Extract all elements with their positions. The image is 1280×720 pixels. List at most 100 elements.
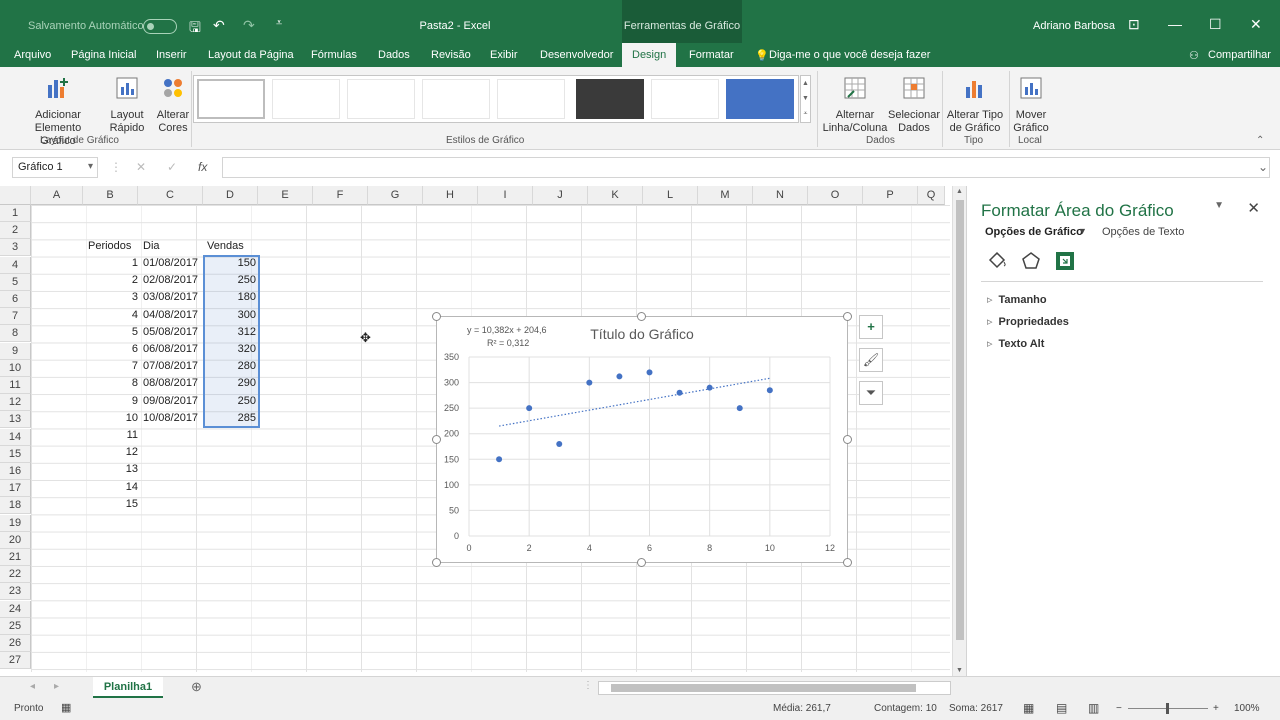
row-header[interactable]: 25 xyxy=(0,617,31,635)
cell-periodo[interactable]: 7 xyxy=(86,358,140,375)
insert-function-icon[interactable]: fx xyxy=(198,160,207,174)
cell-dia[interactable] xyxy=(141,496,203,513)
tab-design[interactable]: Design xyxy=(622,43,677,67)
cell-periodo[interactable]: 10 xyxy=(86,410,140,427)
undo-icon[interactable]: ↶ xyxy=(213,17,225,34)
trendline-equation[interactable]: y = 10,382x + 204,6 xyxy=(467,325,547,335)
cell-periodo[interactable]: 15 xyxy=(86,496,140,513)
close-icon[interactable]: ✕ xyxy=(1250,16,1262,33)
chart-style-8[interactable] xyxy=(726,79,794,119)
row-header[interactable]: 26 xyxy=(0,635,31,652)
chart-style-7[interactable] xyxy=(651,79,719,119)
resize-handle-tl[interactable] xyxy=(432,312,441,321)
resize-handle-bl[interactable] xyxy=(432,558,441,567)
tab-revisao[interactable]: Revisão xyxy=(431,49,471,61)
row-header[interactable]: 18 xyxy=(0,497,31,515)
quick-layout-button[interactable]: Layout Rápido xyxy=(106,75,148,135)
row-header[interactable]: 6 xyxy=(0,291,31,308)
cell-dia[interactable] xyxy=(141,444,203,461)
row-header[interactable]: 12 xyxy=(0,394,31,412)
row-header[interactable]: 5 xyxy=(0,273,31,291)
size-properties-icon[interactable] xyxy=(1054,250,1076,272)
row-header[interactable]: 11 xyxy=(0,377,31,394)
chart-style-6[interactable] xyxy=(576,79,644,119)
ribbon-display-icon[interactable]: ⊡ xyxy=(1128,16,1140,33)
cell-dia[interactable] xyxy=(141,427,203,444)
cell-periodo[interactable]: 2 xyxy=(86,272,140,289)
column-header[interactable]: J xyxy=(533,186,588,205)
sheet-tab-planilha1[interactable]: Planilha1 xyxy=(93,677,163,699)
cell-dia[interactable]: 06/08/2017 xyxy=(141,341,203,358)
row-header[interactable]: 4 xyxy=(0,256,31,274)
vertical-scroll-thumb[interactable] xyxy=(956,200,964,640)
select-all-corner[interactable] xyxy=(0,186,31,205)
row-header[interactable]: 22 xyxy=(0,566,31,584)
gallery-scroll[interactable]: ▲ ▼ ⩡ xyxy=(800,75,811,123)
horizontal-scrollbar[interactable] xyxy=(598,681,951,695)
cell-dia[interactable]: 04/08/2017 xyxy=(141,307,203,324)
cell-dia[interactable]: 09/08/2017 xyxy=(141,393,203,410)
row-header[interactable]: 27 xyxy=(0,652,31,670)
trendline[interactable] xyxy=(498,377,770,427)
column-header[interactable]: F xyxy=(313,186,368,205)
cell-periodo[interactable]: 14 xyxy=(86,479,140,496)
row-header[interactable]: 10 xyxy=(0,359,31,377)
chart-options-dropdown-icon[interactable]: ▼ xyxy=(1078,226,1087,236)
cell-vendas[interactable] xyxy=(205,496,258,513)
collapse-ribbon-icon[interactable]: ⌃ xyxy=(1256,135,1264,146)
chart-style-3[interactable] xyxy=(347,79,415,119)
column-header[interactable]: Q xyxy=(918,186,945,205)
cell-periodo[interactable]: 3 xyxy=(86,289,140,306)
redo-icon[interactable]: ↷ xyxy=(243,17,255,34)
resize-handle-tr[interactable] xyxy=(843,312,852,321)
expand-formula-icon[interactable]: ⌄ xyxy=(1258,160,1268,174)
row-header[interactable]: 15 xyxy=(0,445,31,463)
customize-qat-icon[interactable]: ⩡ xyxy=(276,17,282,30)
chart-style-2[interactable] xyxy=(272,79,340,119)
cell-dia[interactable] xyxy=(141,479,203,496)
zoom-level[interactable]: 100% xyxy=(1234,703,1260,714)
column-header[interactable]: C xyxy=(138,186,203,205)
formula-input[interactable] xyxy=(222,157,1270,178)
row-header[interactable]: 13 xyxy=(0,411,31,429)
row-header[interactable]: 2 xyxy=(0,222,31,240)
cell-vendas[interactable] xyxy=(205,479,258,496)
cell-periodo[interactable]: 9 xyxy=(86,393,140,410)
tab-split-icon[interactable]: ⋮ xyxy=(583,680,593,691)
section-texto-alt[interactable]: Texto Alt xyxy=(987,337,1045,350)
row-header[interactable]: 24 xyxy=(0,600,31,618)
cell-dia[interactable]: 05/08/2017 xyxy=(141,324,203,341)
cell-dia[interactable]: 07/08/2017 xyxy=(141,358,203,375)
tab-inserir[interactable]: Inserir xyxy=(156,49,187,61)
save-icon[interactable]: 🖫 xyxy=(189,17,201,41)
row-header[interactable]: 1 xyxy=(0,205,31,222)
resize-handle-br[interactable] xyxy=(843,558,852,567)
cell-dia[interactable]: 08/08/2017 xyxy=(141,375,203,392)
column-header[interactable]: A xyxy=(31,186,83,205)
cell-vendas[interactable] xyxy=(205,461,258,478)
tab-dados[interactable]: Dados xyxy=(378,49,410,61)
row-header[interactable]: 19 xyxy=(0,514,31,532)
cancel-icon[interactable]: ✕ xyxy=(136,160,146,174)
effects-pentagon-icon[interactable] xyxy=(1020,250,1042,272)
row-header[interactable]: 21 xyxy=(0,549,31,566)
trendline-r2[interactable]: R² = 0,312 xyxy=(487,338,529,348)
data-point[interactable] xyxy=(616,373,623,380)
data-point[interactable] xyxy=(736,405,743,412)
row-header[interactable]: 7 xyxy=(0,308,31,326)
tab-desenvolvedor[interactable]: Desenvolvedor xyxy=(540,49,613,61)
data-point[interactable] xyxy=(496,456,503,463)
cell-vendas[interactable]: 285 xyxy=(205,410,258,427)
column-header[interactable]: L xyxy=(643,186,698,205)
column-header[interactable]: P xyxy=(863,186,918,205)
section-propriedades[interactable]: Propriedades xyxy=(987,315,1069,328)
column-header[interactable]: O xyxy=(808,186,863,205)
cell-periodo[interactable]: 1 xyxy=(86,255,140,272)
column-header[interactable]: H xyxy=(423,186,478,205)
cell-vendas[interactable]: 312 xyxy=(205,324,258,341)
data-point[interactable] xyxy=(586,379,593,386)
zoom-slider[interactable] xyxy=(1128,703,1208,714)
change-colors-button[interactable]: Alterar Cores xyxy=(154,75,192,135)
cell-dia[interactable]: 01/08/2017 xyxy=(141,255,203,272)
cell-vendas[interactable] xyxy=(205,444,258,461)
